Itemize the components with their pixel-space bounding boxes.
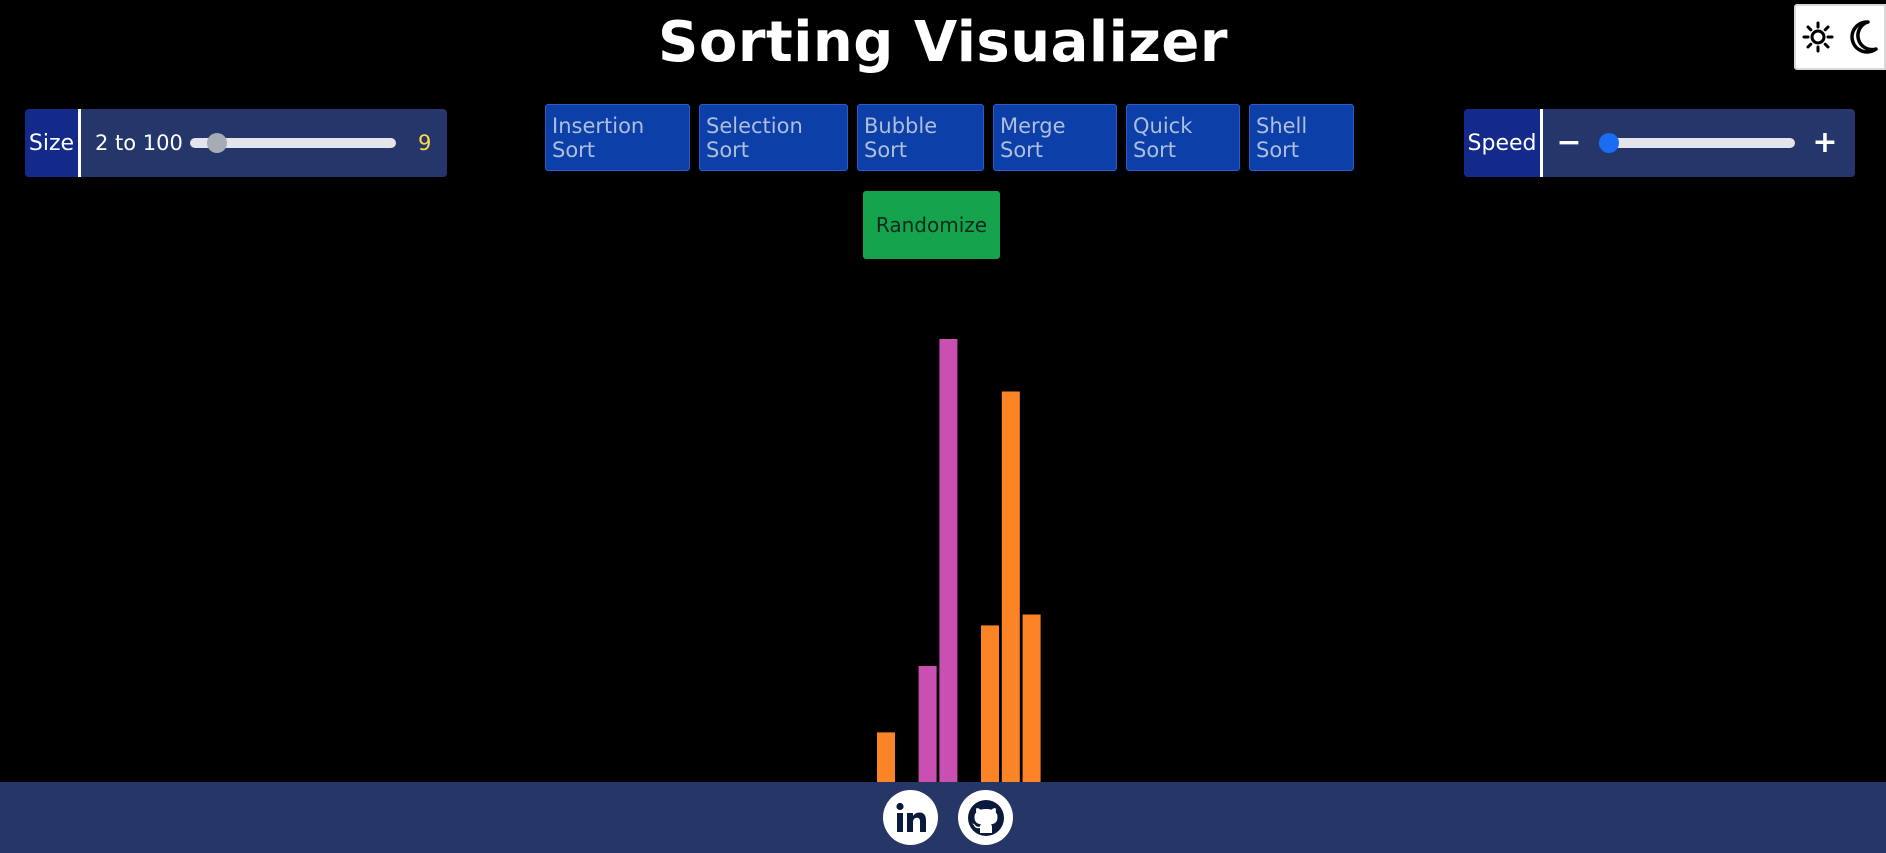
bubble-sort-button[interactable]: Bubble Sort <box>857 104 984 171</box>
sun-icon[interactable] <box>1802 21 1834 53</box>
speed-control: Speed − + <box>1464 109 1855 177</box>
size-range-text: 2 to 100 <box>95 131 183 155</box>
speed-label: Speed <box>1464 109 1543 177</box>
github-icon[interactable] <box>958 790 1013 845</box>
quick-sort-button[interactable]: Quick Sort <box>1126 104 1240 171</box>
speed-decrease-button[interactable]: − <box>1553 128 1585 158</box>
shell-sort-button[interactable]: Shell Sort <box>1249 104 1354 171</box>
speed-slider[interactable] <box>1599 133 1795 153</box>
size-value: 9 <box>418 131 432 155</box>
size-label: Size <box>25 109 81 177</box>
bar-4 <box>939 339 958 782</box>
size-slider[interactable] <box>190 133 396 153</box>
sorting-visualizer-page: Sorting Visualizer Size 2 to 100 9 Inser… <box>0 0 1886 853</box>
speed-increase-button[interactable]: + <box>1809 128 1841 158</box>
insertion-sort-button[interactable]: Insertion Sort <box>545 104 690 171</box>
algorithm-buttons: Insertion Sort Selection Sort Bubble Sor… <box>545 104 1354 171</box>
bar-1 <box>877 732 895 782</box>
page-title: Sorting Visualizer <box>658 10 1228 75</box>
size-slider-thumb[interactable] <box>206 133 227 153</box>
merge-sort-button[interactable]: Merge Sort <box>993 104 1117 171</box>
bar-8 <box>1022 614 1041 782</box>
bar-7 <box>1001 391 1020 782</box>
moon-icon[interactable] <box>1846 19 1878 55</box>
linkedin-icon[interactable] <box>883 790 938 845</box>
theme-toggle[interactable] <box>1794 4 1886 70</box>
randomize-button[interactable]: Randomize <box>863 191 1000 259</box>
selection-sort-button[interactable]: Selection Sort <box>699 104 848 171</box>
bar-3 <box>918 666 937 782</box>
speed-slider-thumb[interactable] <box>1599 133 1619 153</box>
size-control: Size 2 to 100 9 <box>25 109 447 177</box>
footer <box>0 782 1886 853</box>
bar-6 <box>981 625 999 782</box>
